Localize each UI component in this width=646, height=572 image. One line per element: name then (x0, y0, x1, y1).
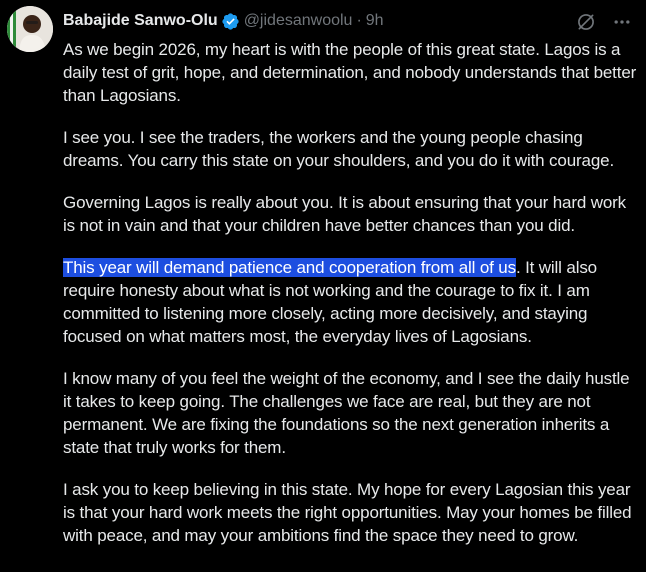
tweet-text: As we begin 2026, my heart is with the p… (63, 38, 637, 566)
tweet-paragraph-highlighted: This year will demand patience and coope… (63, 256, 637, 348)
header-actions (576, 12, 632, 32)
tweet-paragraph: I ask you to keep believing in this stat… (63, 480, 632, 545)
selected-text[interactable]: This year will demand patience and coope… (63, 258, 516, 277)
tweet-paragraph: As we begin 2026, my heart is with the p… (63, 40, 637, 105)
tweet-paragraph: I see you. I see the traders, the worker… (63, 128, 615, 170)
author-name[interactable]: Babajide Sanwo-Olu (63, 10, 218, 32)
timestamp[interactable]: 9h (366, 10, 384, 32)
separator-dot: · (356, 12, 362, 29)
tweet-paragraph: Governing Lagos is really about you. It … (63, 193, 626, 235)
tweet: Babajide Sanwo-Olu @jidesanwoolu · 9h As… (0, 0, 646, 572)
grok-icon[interactable] (576, 12, 596, 32)
author-handle[interactable]: @jidesanwoolu (244, 10, 353, 32)
verified-badge-icon[interactable] (221, 12, 240, 31)
tweet-paragraph: I know many of you feel the weight of th… (63, 369, 630, 457)
more-options-icon[interactable] (612, 12, 632, 32)
profile-photo-icon (7, 6, 53, 52)
avatar[interactable] (7, 6, 53, 52)
tweet-header: Babajide Sanwo-Olu @jidesanwoolu · 9h (63, 10, 384, 32)
